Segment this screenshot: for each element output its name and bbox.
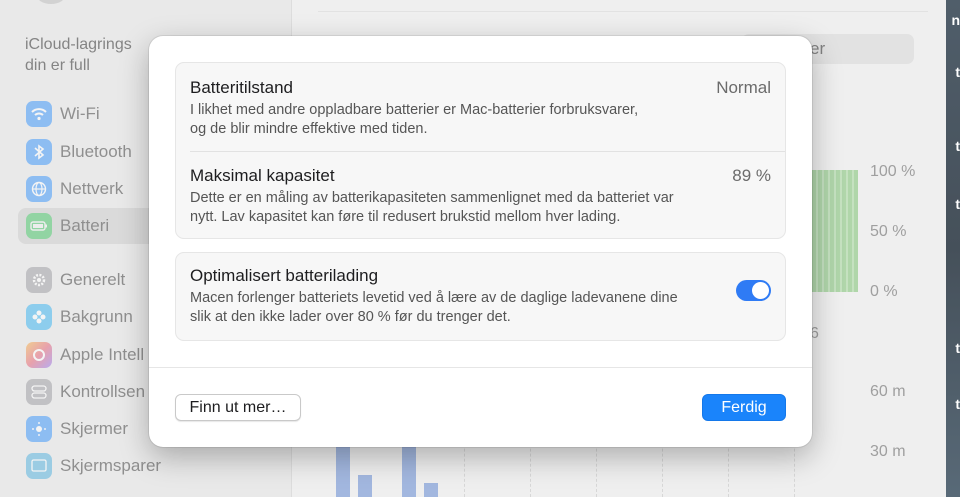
description-line: I likhet med andre oppladbare batterier … <box>190 102 639 118</box>
description-line: nytt. Lav kapasitet kan føre til reduser… <box>190 209 621 225</box>
optimized-charging-title: Optimalisert batterilading <box>190 266 379 285</box>
footer-divider <box>149 367 812 368</box>
description-line: slik at den ikke lader over 80 % før du … <box>190 309 511 325</box>
optimized-charging-group: Optimalisert batterilading Macen forleng… <box>175 252 786 341</box>
optimized-charging-row: Optimalisert batterilading Macen forleng… <box>190 266 771 327</box>
description-line: og de blir mindre effektive med tiden. <box>190 121 428 137</box>
description-line: Dette er en måling av batterikapasiteten… <box>190 190 674 206</box>
description-line: Macen forlenger batteriets levetid ved å… <box>190 290 678 306</box>
max-capacity-title: Maksimal kapasitet <box>190 166 335 185</box>
battery-health-sheet: Batteritilstand Normal I likhet med andr… <box>149 36 812 447</box>
battery-health-title: Batteritilstand <box>190 78 293 97</box>
battery-info-group: Batteritilstand Normal I likhet med andr… <box>175 62 786 239</box>
done-button[interactable]: Ferdig <box>702 394 786 421</box>
row-separator <box>190 151 785 152</box>
battery-health-value: Normal <box>716 78 771 97</box>
optimized-charging-toggle[interactable] <box>736 280 771 301</box>
optimized-charging-description: Macen forlenger batteriets levetid ved å… <box>190 289 771 327</box>
battery-health-description: I likhet med andre oppladbare batterier … <box>190 101 771 139</box>
max-capacity-value: 89 % <box>732 166 771 185</box>
toggle-knob <box>752 282 769 299</box>
learn-more-button[interactable]: Finn ut mer… <box>175 394 301 421</box>
max-capacity-row: Maksimal kapasitet 89 % Dette er en måli… <box>190 166 771 227</box>
battery-health-row: Batteritilstand Normal I likhet med andr… <box>190 78 771 139</box>
max-capacity-description: Dette er en måling av batterikapasiteten… <box>190 189 771 227</box>
